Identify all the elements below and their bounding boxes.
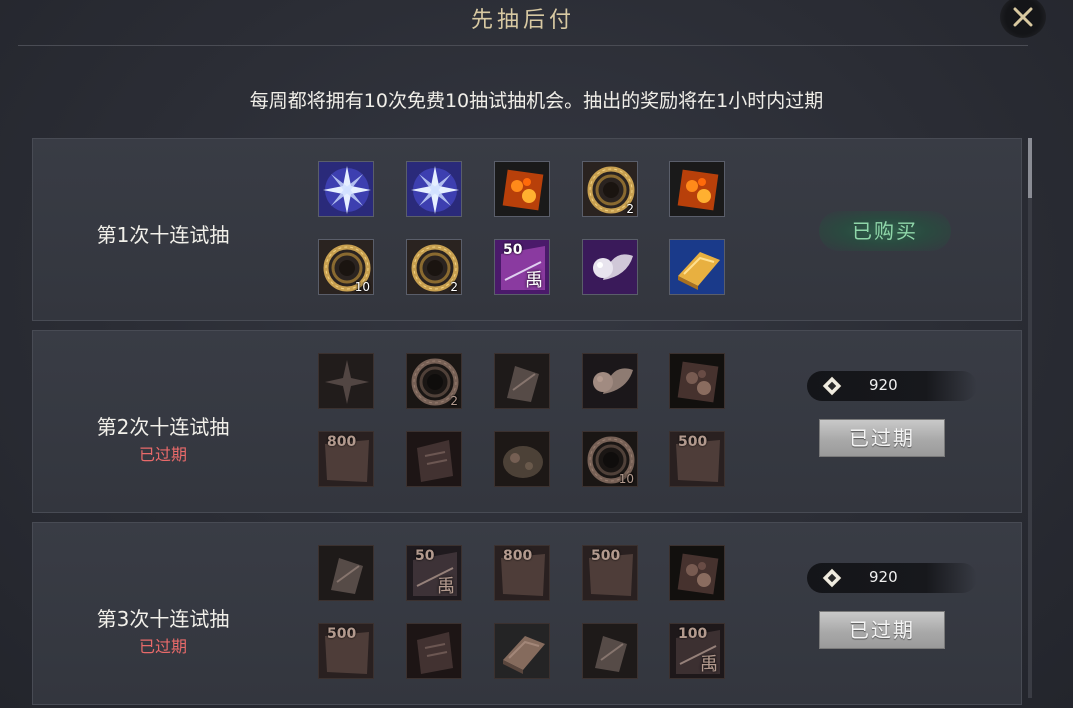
- reward-item[interactable]: [494, 161, 550, 217]
- item-count: 2: [450, 280, 458, 294]
- reward-item[interactable]: [669, 545, 725, 601]
- reward-item[interactable]: 500: [582, 545, 638, 601]
- red-book-icon: [407, 432, 461, 486]
- reward-item[interactable]: 2: [582, 161, 638, 217]
- expired-button[interactable]: 已过期: [819, 419, 945, 457]
- reward-item[interactable]: [669, 353, 725, 409]
- orange-crystal-icon: [670, 546, 724, 600]
- item-tag: 800: [327, 434, 357, 450]
- reward-item[interactable]: 50 禹: [406, 545, 462, 601]
- title-bar: 先抽后付: [18, 0, 1028, 46]
- item-glyph: 禹: [700, 654, 718, 675]
- green-herb-icon: [495, 432, 549, 486]
- reward-item[interactable]: 50 禹: [494, 239, 550, 295]
- row-label: 第3次十连试抽: [96, 607, 230, 631]
- draw-row-2: 第2次十连试抽 已过期 2 800 10 500 920 已过期: [32, 330, 1022, 513]
- close-icon: [1013, 7, 1033, 27]
- reward-item[interactable]: [582, 353, 638, 409]
- item-count: 2: [450, 394, 458, 408]
- reward-item[interactable]: [406, 161, 462, 217]
- reward-item[interactable]: [669, 161, 725, 217]
- trial-draw-dialog: 先抽后付 每周都将拥有10次免费10抽试抽机会。抽出的奖励将在1小时内过期 第1…: [0, 0, 1073, 708]
- red-book-icon: [407, 624, 461, 678]
- item-glyph: 禹: [437, 576, 455, 597]
- purchased-badge: 已购买: [819, 211, 951, 251]
- reward-item[interactable]: [494, 623, 550, 679]
- reward-item[interactable]: [406, 623, 462, 679]
- item-tag: 50: [415, 548, 435, 564]
- scroll-thumb[interactable]: [1028, 138, 1032, 198]
- gold-ingot-icon: [495, 624, 549, 678]
- item-count: 10: [618, 472, 634, 486]
- item-count: 2: [626, 202, 634, 216]
- reward-item[interactable]: [582, 623, 638, 679]
- currency-icon: [821, 375, 843, 397]
- item-tag: 500: [678, 434, 708, 450]
- reward-item[interactable]: [406, 431, 462, 487]
- expired-button[interactable]: 已过期: [819, 611, 945, 649]
- item-tag: 500: [591, 548, 621, 564]
- item-tag: 800: [503, 548, 533, 564]
- weekly-notice: 每周都将拥有10次免费10抽试抽机会。抽出的奖励将在1小时内过期: [249, 90, 824, 112]
- item-glyph: 禹: [525, 270, 543, 291]
- reward-item[interactable]: 2: [406, 353, 462, 409]
- dialog-title: 先抽后付: [470, 8, 575, 33]
- blue-star-gem-icon: [319, 162, 373, 216]
- draw-row-3: 第3次十连试抽 已过期 50 禹 800 500 500 100 禹 920 已过期: [32, 522, 1022, 705]
- currency-icon: [821, 567, 843, 589]
- close-button[interactable]: [1000, 0, 1046, 38]
- expired-status: 已过期: [138, 445, 187, 464]
- reward-item[interactable]: 10: [582, 431, 638, 487]
- reward-item[interactable]: [494, 353, 550, 409]
- orange-crystal-icon: [670, 162, 724, 216]
- pearl-shell-icon: [583, 354, 637, 408]
- orange-crystal-icon: [495, 162, 549, 216]
- reward-item[interactable]: 500: [669, 431, 725, 487]
- reward-item[interactable]: 500: [318, 623, 374, 679]
- draw-list: 第1次十连试抽 2 10 2 50 禹 已购买 第2次十连试抽 已过期 2 800 10 50…: [32, 138, 1022, 708]
- reward-item[interactable]: 800: [318, 431, 374, 487]
- gold-ingot-icon: [670, 240, 724, 294]
- item-tag: 100: [678, 626, 708, 642]
- item-count: 10: [354, 280, 370, 294]
- reward-item[interactable]: 800: [494, 545, 550, 601]
- item-tag: 50: [503, 242, 523, 258]
- feather-scroll-icon: [319, 546, 373, 600]
- reward-item[interactable]: 2: [406, 239, 462, 295]
- reward-item[interactable]: [494, 431, 550, 487]
- price-tag: 920: [807, 371, 977, 401]
- blue-star-gem-icon: [407, 162, 461, 216]
- pearl-shell-icon: [583, 240, 637, 294]
- reward-item[interactable]: [318, 545, 374, 601]
- price-value: 920: [869, 568, 898, 586]
- reward-item[interactable]: 100 禹: [669, 623, 725, 679]
- row-label: 第1次十连试抽: [96, 223, 230, 247]
- feather-scroll-icon: [583, 624, 637, 678]
- star-gem-icon: [319, 354, 373, 408]
- reward-item[interactable]: [582, 239, 638, 295]
- reward-item[interactable]: [669, 239, 725, 295]
- reward-item[interactable]: 10: [318, 239, 374, 295]
- price-value: 920: [869, 376, 898, 394]
- scrollbar[interactable]: [1028, 138, 1032, 698]
- orange-crystal-icon: [670, 354, 724, 408]
- draw-row-1: 第1次十连试抽 2 10 2 50 禹 已购买: [32, 138, 1022, 321]
- expired-status: 已过期: [138, 637, 187, 656]
- feather-scroll-icon: [495, 354, 549, 408]
- row-label: 第2次十连试抽: [96, 415, 230, 439]
- item-tag: 500: [327, 626, 357, 642]
- reward-item[interactable]: [318, 353, 374, 409]
- reward-item[interactable]: [318, 161, 374, 217]
- price-tag: 920: [807, 563, 977, 593]
